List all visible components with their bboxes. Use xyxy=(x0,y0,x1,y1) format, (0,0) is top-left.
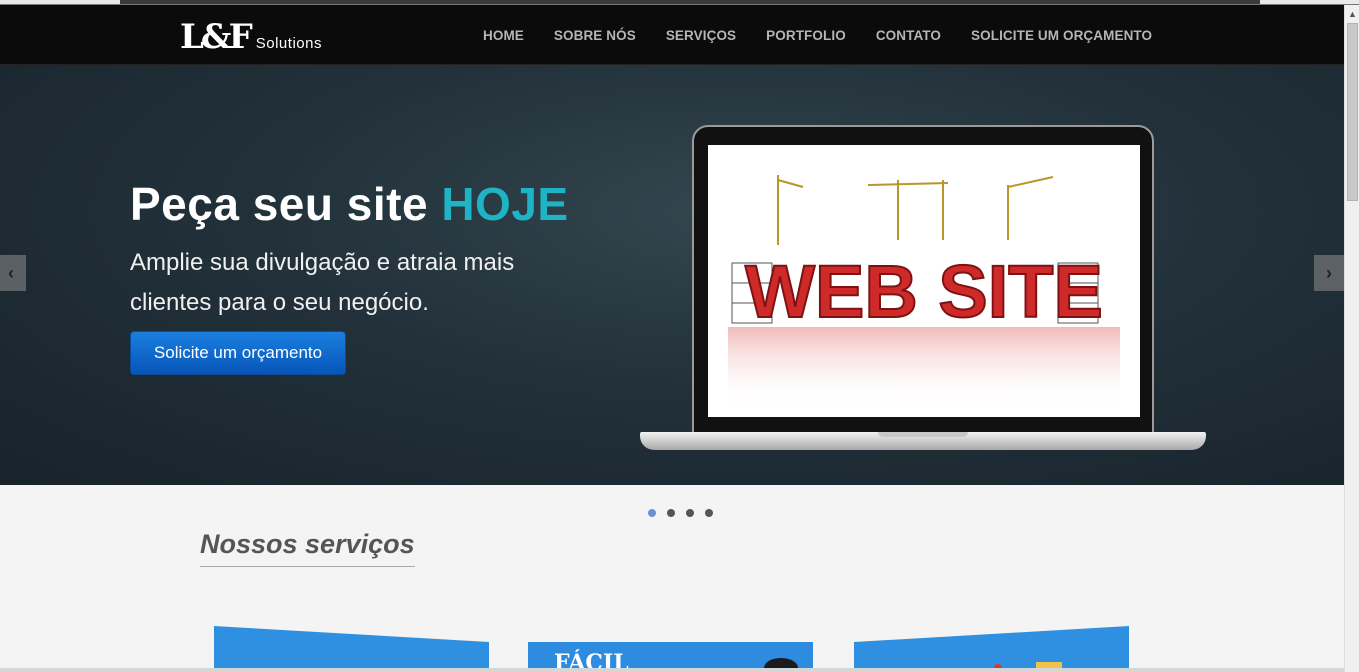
main-nav: HOME SOBRE NÓS SERVIÇOS PORTFOLIO CONTAT… xyxy=(468,5,1167,65)
hero-title: Peça seu site HOJE xyxy=(130,178,569,230)
scrollbar-thumb[interactable] xyxy=(1347,23,1358,201)
nav-contato[interactable]: CONTATO xyxy=(861,28,956,43)
hero-carousel: Peça seu site HOJE Amplie sua divulgação… xyxy=(0,65,1344,485)
carousel-dot[interactable] xyxy=(648,509,656,517)
nav-home[interactable]: HOME xyxy=(468,28,539,43)
hero-subtitle: Amplie sua divulgação e atraia mais clie… xyxy=(130,249,515,316)
request-quote-button[interactable]: Solicite um orçamento xyxy=(130,331,346,375)
nav-portfolio[interactable]: PORTFOLIO xyxy=(751,28,861,43)
logo[interactable]: L&F Solutions xyxy=(180,14,322,54)
carousel-dot[interactable] xyxy=(686,509,694,517)
service-card[interactable] xyxy=(854,626,1129,672)
nav-sobre-nos[interactable]: SOBRE NÓS xyxy=(539,28,651,43)
carousel-next-button[interactable]: › xyxy=(1314,255,1344,291)
services-section-title: Nossos serviços xyxy=(200,529,415,567)
nav-servicos[interactable]: SERVIÇOS xyxy=(651,28,751,43)
page-scrollbar[interactable]: ▲ xyxy=(1344,5,1359,672)
nav-solicite-orcamento[interactable]: SOLICITE UM ORÇAMENTO xyxy=(956,28,1167,43)
navbar: L&F Solutions HOME SOBRE NÓS SERVIÇOS PO… xyxy=(0,5,1344,65)
carousel-indicators xyxy=(648,509,724,517)
website-construction-image: WEB SITE xyxy=(708,145,1140,417)
service-card[interactable] xyxy=(214,626,489,672)
scroll-up-icon[interactable]: ▲ xyxy=(1345,5,1359,22)
browser-bottom-border xyxy=(0,668,1344,672)
logo-text: Solutions xyxy=(255,35,322,52)
carousel-prev-button[interactable]: ‹ xyxy=(0,255,26,291)
hero-title-accent: HOJE xyxy=(441,178,569,230)
carousel-dot[interactable] xyxy=(667,509,675,517)
website-image-text: WEB SITE xyxy=(745,250,1103,333)
logo-mark: L&F xyxy=(180,17,253,57)
laptop-image: WEB SITE xyxy=(640,125,1206,455)
carousel-dot[interactable] xyxy=(705,509,713,517)
